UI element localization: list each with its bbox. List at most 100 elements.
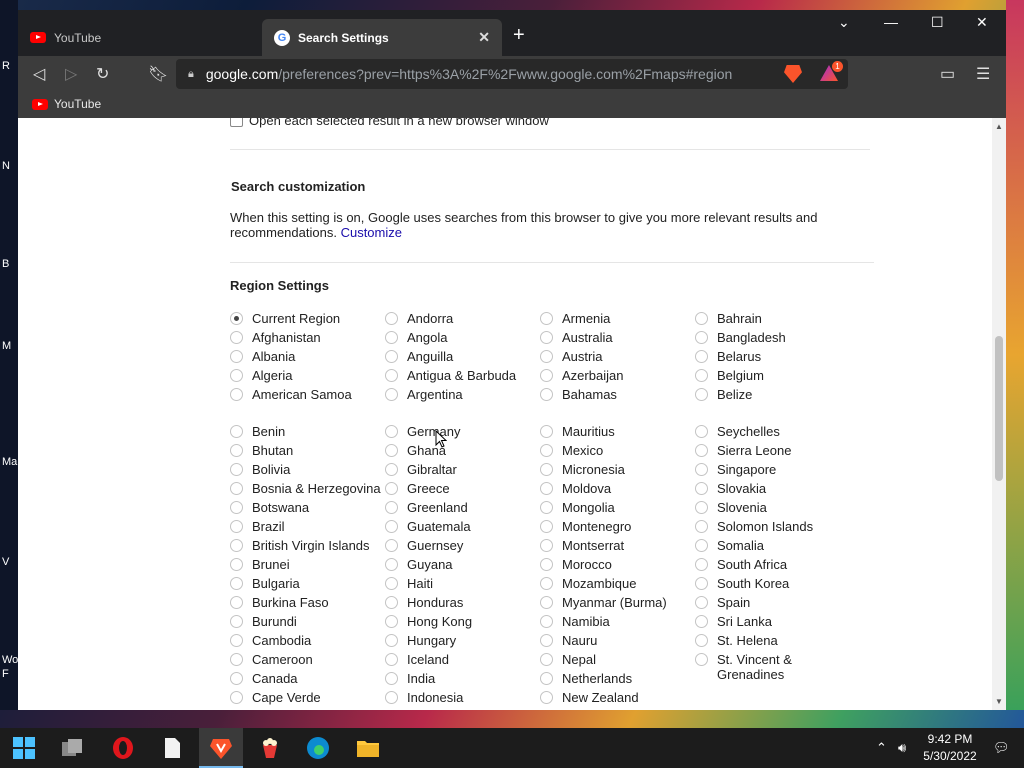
region-option[interactable]: Bosnia & Herzegovina <box>230 481 385 496</box>
region-option[interactable]: Burkina Faso <box>230 595 385 610</box>
region-option[interactable]: Gibraltar <box>385 462 540 477</box>
region-radio[interactable] <box>695 596 708 609</box>
region-radio[interactable] <box>695 634 708 647</box>
region-radio[interactable] <box>540 501 553 514</box>
region-radio[interactable] <box>540 350 553 363</box>
region-radio[interactable] <box>695 615 708 628</box>
region-option[interactable]: Mexico <box>540 443 695 458</box>
region-radio[interactable] <box>385 539 398 552</box>
region-radio[interactable] <box>385 577 398 590</box>
region-radio[interactable] <box>695 312 708 325</box>
region-option[interactable]: Montserrat <box>540 538 695 553</box>
region-radio[interactable] <box>230 425 243 438</box>
region-radio[interactable] <box>540 596 553 609</box>
region-radio[interactable] <box>695 520 708 533</box>
region-option[interactable]: Micronesia <box>540 462 695 477</box>
region-radio[interactable] <box>695 350 708 363</box>
region-radio[interactable] <box>230 596 243 609</box>
region-option[interactable]: Ghana <box>385 443 540 458</box>
region-option[interactable]: Belarus <box>695 349 850 364</box>
region-radio[interactable] <box>385 331 398 344</box>
menu-icon[interactable]: ☰ <box>976 64 990 84</box>
taskbar-clock[interactable]: 9:42 PM 5/30/2022 <box>912 731 988 765</box>
region-option[interactable]: Botswana <box>230 500 385 515</box>
desktop-label[interactable]: B <box>2 258 9 270</box>
desktop-label[interactable]: R <box>2 60 10 72</box>
region-radio[interactable] <box>695 388 708 401</box>
region-option[interactable]: Nepal <box>540 652 695 667</box>
region-radio[interactable] <box>230 444 243 457</box>
region-option[interactable]: Bulgaria <box>230 576 385 591</box>
open-new-window-option[interactable]: Open each selected result in a new brows… <box>230 118 549 128</box>
region-radio[interactable] <box>385 520 398 533</box>
region-option[interactable]: South Africa <box>695 557 850 572</box>
region-radio[interactable] <box>230 350 243 363</box>
region-option[interactable]: Greenland <box>385 500 540 515</box>
region-option[interactable]: Singapore <box>695 462 850 477</box>
region-option[interactable]: Mongolia <box>540 500 695 515</box>
region-radio[interactable] <box>540 369 553 382</box>
region-radio[interactable] <box>385 596 398 609</box>
region-option[interactable]: Cameroon <box>230 652 385 667</box>
region-radio[interactable] <box>540 634 553 647</box>
region-radio[interactable] <box>695 425 708 438</box>
region-radio[interactable] <box>540 520 553 533</box>
region-radio[interactable] <box>385 672 398 685</box>
region-option[interactable]: Sierra Leone <box>695 443 850 458</box>
new-window-checkbox[interactable] <box>230 118 243 127</box>
region-option[interactable]: Andorra <box>385 311 540 326</box>
region-option[interactable]: Brunei <box>230 557 385 572</box>
region-radio[interactable] <box>385 558 398 571</box>
region-option[interactable]: Albania <box>230 349 385 364</box>
region-radio[interactable] <box>695 369 708 382</box>
notifications-icon[interactable]: 💬︎ <box>993 740 1010 756</box>
reload-icon[interactable]: ↻ <box>96 64 109 84</box>
region-radio[interactable] <box>230 482 243 495</box>
forward-icon[interactable]: ▷ <box>65 64 77 84</box>
scroll-down-icon[interactable]: ▼ <box>995 697 1003 706</box>
region-option[interactable]: Armenia <box>540 311 695 326</box>
region-radio[interactable] <box>230 672 243 685</box>
region-radio[interactable] <box>385 350 398 363</box>
region-option[interactable]: Cape Verde <box>230 690 385 705</box>
tab-search-settings[interactable]: G Search Settings ✕ <box>262 19 502 56</box>
region-radio[interactable] <box>695 331 708 344</box>
region-radio[interactable] <box>695 577 708 590</box>
region-radio[interactable] <box>230 331 243 344</box>
region-option[interactable]: Antigua & Barbuda <box>385 368 540 383</box>
region-option[interactable]: St. Helena <box>695 633 850 648</box>
region-option[interactable]: Hungary <box>385 633 540 648</box>
region-radio[interactable] <box>385 691 398 704</box>
region-radio[interactable] <box>695 501 708 514</box>
region-option[interactable]: Burundi <box>230 614 385 629</box>
region-option[interactable]: Hong Kong <box>385 614 540 629</box>
back-icon[interactable]: ◁ <box>33 64 45 84</box>
region-option[interactable]: Solomon Islands <box>695 519 850 534</box>
region-radio[interactable] <box>540 558 553 571</box>
region-radio[interactable] <box>385 482 398 495</box>
region-option[interactable]: Algeria <box>230 368 385 383</box>
region-option[interactable]: Belize <box>695 387 850 402</box>
region-radio[interactable] <box>540 653 553 666</box>
region-option[interactable]: Sri Lanka <box>695 614 850 629</box>
region-option[interactable]: Namibia <box>540 614 695 629</box>
region-option[interactable]: Seychelles <box>695 424 850 439</box>
region-option[interactable]: St. Vincent & Grenadines <box>695 652 850 682</box>
region-option[interactable]: New Zealand <box>540 690 695 705</box>
windows-start-icon[interactable] <box>12 736 36 760</box>
region-option[interactable]: Guatemala <box>385 519 540 534</box>
region-radio[interactable] <box>230 653 243 666</box>
region-option[interactable]: Australia <box>540 330 695 345</box>
region-radio[interactable] <box>385 653 398 666</box>
region-radio[interactable] <box>540 577 553 590</box>
brave-icon[interactable] <box>209 736 233 760</box>
region-option[interactable]: Angola <box>385 330 540 345</box>
region-radio[interactable] <box>695 444 708 457</box>
desktop-label[interactable]: M <box>2 340 11 352</box>
edge-icon[interactable] <box>306 736 330 760</box>
region-radio[interactable] <box>230 312 243 325</box>
region-option[interactable]: Moldova <box>540 481 695 496</box>
region-radio[interactable] <box>385 444 398 457</box>
region-option[interactable]: India <box>385 671 540 686</box>
close-tab-icon[interactable]: ✕ <box>478 29 490 46</box>
